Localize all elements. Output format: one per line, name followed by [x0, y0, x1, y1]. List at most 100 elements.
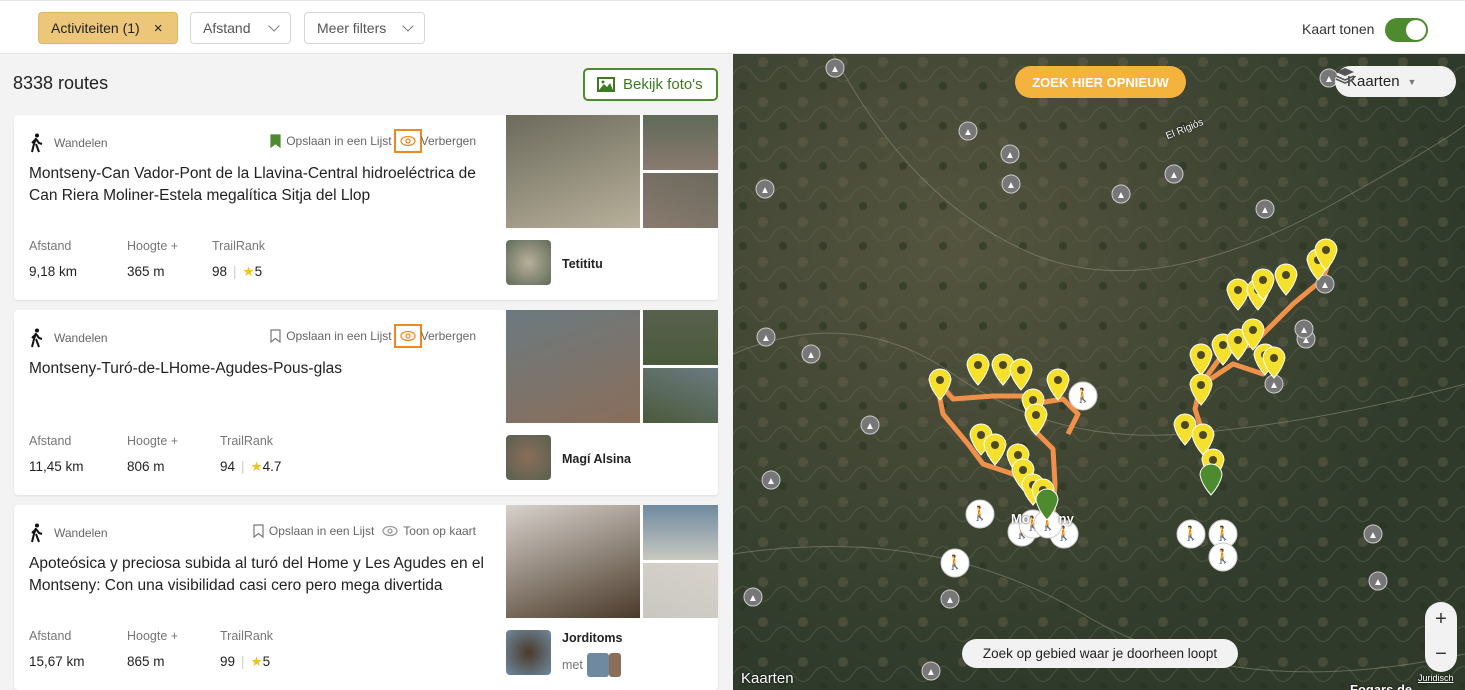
trailrank-stat: TrailRank 94 | ★4.7 — [220, 434, 282, 474]
route-photo[interactable] — [643, 115, 718, 170]
route-card[interactable]: Wandelen Opslaan in een Lijst Verbergen … — [14, 115, 718, 300]
trailrank-stat: TrailRank 98 | ★5 — [212, 239, 266, 279]
route-photo[interactable] — [643, 505, 718, 560]
author-name[interactable]: Magí Alsina — [562, 452, 631, 466]
poi-icon: ▲ — [865, 421, 875, 432]
distance-stat: Afstand 15,67 km — [29, 629, 127, 670]
route-card[interactable]: Wandelen Opslaan in een Lijst Toon op ka… — [14, 505, 718, 690]
distance-label: Afstand — [29, 629, 72, 643]
map-place-label: Mo ny — [1011, 511, 1074, 526]
distance-filter-dropdown[interactable]: Afstand — [190, 12, 291, 44]
search-area-button[interactable]: Zoek op gebied waar je doorheen loopt — [962, 639, 1238, 668]
hiker-icon: 🚶 — [1074, 387, 1091, 404]
more-filters-label: Meer filters — [317, 20, 387, 36]
activity-label: Wandelen — [54, 136, 108, 150]
map-toggle[interactable] — [1385, 18, 1428, 42]
map-canvas[interactable]: ▲▲▲▲▲▲▲▲▲▲▲▲▲▲▲▲▲▲▲▲▲▲🚶🚶🚶🚶🚶🚶🚶🚶🚶🚶 — [733, 54, 1465, 690]
poi-icon: ▲ — [1006, 180, 1016, 191]
poi-icon: ▲ — [748, 593, 758, 604]
hide-button[interactable]: Toon op kaart — [382, 524, 476, 538]
more-filters-dropdown[interactable]: Meer filters — [304, 12, 425, 44]
save-to-list-label: Opslaan in een Lijst — [286, 329, 392, 343]
with-label: met — [562, 658, 583, 672]
elevation-label: Hoogte + — [127, 629, 179, 643]
elevation-label: Hoogte + — [127, 239, 179, 253]
hide-button[interactable]: Verbergen — [393, 324, 476, 348]
poi-icon: ▲ — [806, 350, 816, 361]
activities-filter-chip[interactable]: Activiteiten (1) × — [38, 12, 178, 44]
poi-icon: ▲ — [1324, 74, 1334, 85]
poi-icon: ▲ — [963, 127, 973, 138]
save-to-list-button[interactable]: Opslaan in een Lijst — [270, 134, 392, 148]
legal-link[interactable]: Juridisch — [1418, 673, 1454, 683]
activities-filter-label: Activiteiten (1) — [51, 20, 140, 36]
layers-icon — [1335, 68, 1355, 84]
activity-type: Wandelen — [30, 523, 108, 543]
hiker-icon: 🚶 — [1182, 525, 1199, 542]
trailrank-label: TrailRank — [212, 239, 266, 253]
distance-value: 11,45 km — [29, 459, 84, 474]
elevation-stat: Hoogte + 806 m — [127, 434, 220, 475]
star-icon: ★ — [242, 264, 255, 279]
distance-value: 15,67 km — [29, 654, 85, 669]
hide-label: Verbergen — [420, 329, 476, 343]
map-layers-dropdown[interactable]: Kaarten ▼ — [1335, 66, 1456, 97]
author-name[interactable]: Tetititu — [562, 257, 603, 271]
hiker-icon — [31, 133, 43, 153]
route-photo-main[interactable] — [506, 505, 640, 618]
activity-label: Wandelen — [54, 331, 108, 345]
map-place-label: Fogars de — [1350, 682, 1413, 690]
bookmark-icon — [253, 524, 264, 538]
hiker-icon: 🚶 — [1214, 525, 1231, 542]
zoom-control: + − — [1425, 602, 1457, 672]
hiker-icon — [31, 328, 43, 348]
rating-value: 5 — [262, 654, 271, 669]
save-to-list-button[interactable]: Opslaan in een Lijst — [253, 524, 374, 538]
elevation-value: 865 m — [127, 654, 165, 669]
author-avatar[interactable] — [506, 435, 551, 480]
save-to-list-label: Opslaan in een Lijst — [268, 524, 375, 538]
distance-value: 9,18 km — [29, 264, 78, 279]
map-attribution: Kaarten — [741, 670, 794, 687]
route-title[interactable]: Apoteósica y preciosa subida al turó del… — [29, 553, 489, 597]
route-photo[interactable] — [643, 173, 718, 228]
map[interactable]: ▲▲▲▲▲▲▲▲▲▲▲▲▲▲▲▲▲▲▲▲▲▲🚶🚶🚶🚶🚶🚶🚶🚶🚶🚶 ZOEK HI… — [733, 54, 1465, 690]
trailrank-stat: TrailRank 99 | ★5 — [220, 629, 274, 669]
route-photo[interactable] — [643, 368, 718, 423]
rating-value: 4.7 — [262, 459, 282, 474]
route-photo-main[interactable] — [506, 310, 640, 423]
zoom-in-button[interactable]: + — [1435, 608, 1447, 631]
search-here-again-button[interactable]: ZOEK HIER OPNIEUW — [1015, 66, 1186, 98]
author-avatar[interactable] — [506, 630, 551, 675]
trailrank-value: 94 — [220, 459, 236, 474]
poi-icon: ▲ — [761, 333, 771, 344]
companions: met — [562, 653, 621, 677]
zoom-out-button[interactable]: − — [1435, 643, 1447, 666]
star-icon: ★ — [250, 654, 263, 669]
bookmark-icon — [270, 329, 281, 343]
route-photo[interactable] — [643, 310, 718, 365]
hiker-icon: 🚶 — [1214, 548, 1231, 565]
hiker-icon — [31, 523, 43, 543]
route-title[interactable]: Montseny-Can Vador-Pont de la Llavina-Ce… — [29, 163, 489, 207]
companion-avatar[interactable] — [586, 653, 609, 677]
companion-avatar[interactable] — [608, 653, 621, 677]
close-icon[interactable]: × — [154, 20, 163, 37]
distance-stat: Afstand 9,18 km — [29, 239, 127, 280]
view-photos-button[interactable]: Bekijk foto's — [583, 68, 718, 101]
hide-button[interactable]: Verbergen — [393, 129, 476, 153]
author-name[interactable]: Jorditoms — [562, 631, 622, 645]
route-photo[interactable] — [643, 563, 718, 618]
poi-icon: ▲ — [1269, 380, 1279, 391]
hide-label: Verbergen — [420, 134, 476, 148]
author-avatar[interactable] — [506, 240, 551, 285]
route-title[interactable]: Montseny-Turó-de-LHome-Agudes-Pous-glas — [29, 358, 489, 380]
bookmark-icon — [270, 134, 281, 148]
route-card[interactable]: Wandelen Opslaan in een Lijst Verbergen … — [14, 310, 718, 495]
poi-icon: ▲ — [1373, 577, 1383, 588]
poi-icon: ▲ — [1005, 150, 1015, 161]
route-photo-main[interactable] — [506, 115, 640, 228]
save-to-list-button[interactable]: Opslaan in een Lijst — [270, 329, 392, 343]
star-icon: ★ — [250, 459, 263, 474]
poi-icon: ▲ — [1299, 325, 1309, 336]
